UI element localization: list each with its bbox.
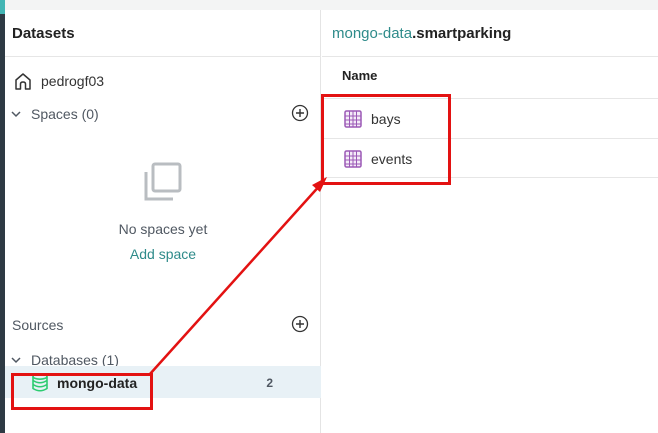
- breadcrumb-source-link[interactable]: mongo-data: [332, 25, 412, 42]
- table-row[interactable]: events: [322, 138, 658, 178]
- name-column-header[interactable]: Name: [342, 68, 377, 83]
- dataset-count: 2: [266, 376, 273, 390]
- add-space-link[interactable]: Add space: [130, 246, 196, 262]
- home-space-item[interactable]: pedrogf03: [13, 69, 104, 93]
- spaces-empty-state: No spaces yet Add space: [5, 160, 321, 264]
- table-icon: [344, 150, 362, 168]
- table-row-label: bays: [371, 111, 401, 127]
- add-space-icon[interactable]: [291, 104, 309, 122]
- table-row[interactable]: bays: [322, 98, 658, 138]
- empty-spaces-icon: [144, 162, 182, 201]
- database-icon: [32, 373, 48, 392]
- breadcrumb: mongo-data.smartparking: [332, 25, 511, 42]
- spaces-section-toggle[interactable]: Spaces (0): [9, 103, 99, 125]
- source-label: mongo-data: [57, 375, 138, 391]
- home-label: pedrogf03: [41, 73, 105, 89]
- sources-label: Sources: [12, 317, 64, 333]
- breadcrumb-current: smartparking: [416, 25, 512, 42]
- table-icon: [344, 110, 362, 128]
- main-panel: mongo-data.smartparking Name bays events: [322, 10, 658, 433]
- top-strip: [5, 0, 658, 10]
- source-item-mongo-data[interactable]: mongo-data 2: [5, 366, 321, 398]
- divider: [5, 56, 321, 57]
- divider: [322, 56, 658, 57]
- spaces-label: Spaces (0): [31, 106, 99, 122]
- sidebar-title: Datasets: [12, 25, 75, 42]
- chevron-down-icon: [11, 111, 21, 118]
- home-icon: [15, 73, 31, 90]
- table-row-label: events: [371, 151, 413, 167]
- empty-spaces-text: No spaces yet: [118, 221, 208, 237]
- chevron-down-icon: [11, 357, 21, 364]
- add-source-icon[interactable]: [291, 315, 309, 333]
